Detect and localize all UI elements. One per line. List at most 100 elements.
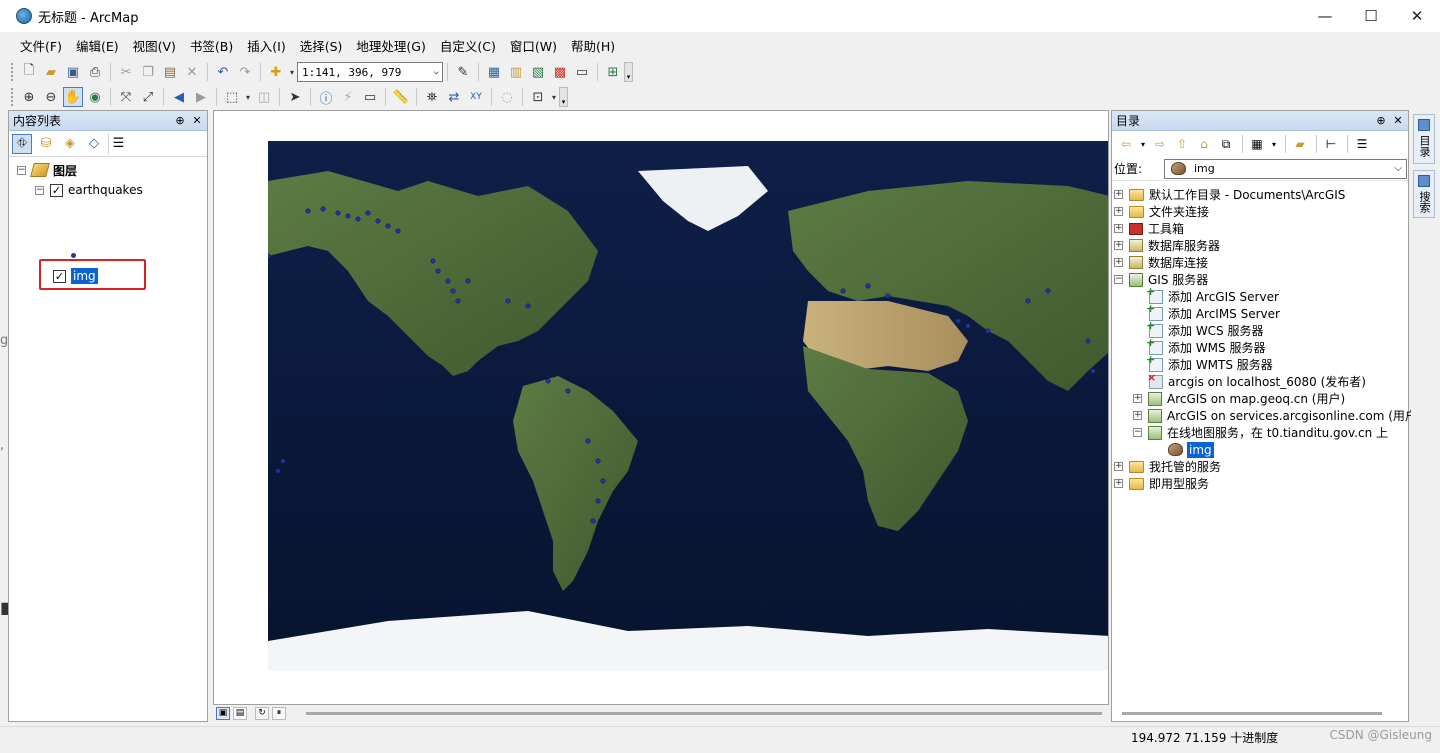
menu-selection[interactable]: 选择(S) [293,34,350,57]
catalog-item-database-connections[interactable]: + 数据库连接 [1114,254,1208,271]
earthquake-point[interactable] [595,458,601,464]
select-elements-pointer-icon[interactable]: ➤ [285,87,305,107]
catalog-item-arcgisonline-server[interactable]: + ArcGIS on services.arcgisonline.com (用… [1133,407,1417,424]
search-window-icon[interactable]: ▧ [528,62,548,82]
back-arrow-icon[interactable]: ⇦ [1116,134,1136,154]
list-by-visibility-icon[interactable]: ◈ [60,134,80,154]
catalog-item-tianditu-wmts[interactable]: − 在线地图服务，在 t0.tianditu.gov.cn 上 [1133,424,1388,441]
earthquake-point[interactable] [355,216,361,222]
html-popup-icon[interactable]: ▭ [360,87,380,107]
save-icon[interactable]: ▣ [63,62,83,82]
earthquake-point[interactable] [445,278,451,284]
menu-geoprocessing[interactable]: 地理处理(G) [349,34,432,57]
zoom-in-icon[interactable]: ⊕ [19,87,39,107]
layer-row-earthquakes[interactable]: − ✓ earthquakes [35,181,143,199]
catalog-item-default-workspace[interactable]: + 默认工作目录 - Documents\ArcGIS [1114,186,1345,203]
measure-icon[interactable]: 📏 [391,87,411,107]
earthquake-point[interactable] [590,518,596,524]
catalog-item-localhost-publisher[interactable]: arcgis on localhost_6080 (发布者) [1147,371,1366,390]
back-dropdown-icon[interactable]: ▾ [1138,134,1148,154]
catalog-item-add-wmts-server[interactable]: 添加 WMTS 服务器 [1146,353,1273,373]
toolbar-grip[interactable] [10,87,14,107]
view-options-icon[interactable]: ▦ [1247,134,1267,154]
chevron-down-icon[interactable]: ⌵ [434,67,439,77]
home-icon[interactable]: ⌂ [1194,134,1214,154]
time-slider-icon[interactable]: ◌ [497,87,517,107]
toolbar-overflow-button[interactable]: ▾ [624,62,633,82]
earthquake-point[interactable] [305,208,311,214]
toolbar-overflow-button[interactable]: ▾ [559,87,568,107]
close-button[interactable]: ✕ [1394,0,1440,32]
open-folder-icon[interactable]: ▰ [41,62,61,82]
catalog-item-toolboxes[interactable]: + 工具箱 [1114,220,1184,237]
options-icon[interactable]: ☰ [108,133,128,154]
earthquake-point[interactable] [565,388,571,394]
clear-selection-icon[interactable]: ◫ [254,87,274,107]
connect-folder-icon[interactable]: ⧉ [1216,134,1236,154]
viewer-dropdown-icon[interactable]: ▾ [550,87,558,107]
earthquake-point[interactable] [1090,368,1096,374]
earthquake-point[interactable] [365,210,371,216]
collapse-icon[interactable]: − [35,185,44,195]
catalog-item-gis-servers[interactable]: − GIS 服务器 [1114,271,1208,288]
earthquake-point[interactable] [885,293,891,299]
toggle-tree-icon[interactable]: ⊢ [1321,134,1341,154]
earthquake-point[interactable] [1085,338,1091,344]
add-data-dropdown-icon[interactable]: ▾ [288,62,296,82]
earthquake-point[interactable] [275,468,281,474]
catalog-item-img-layer[interactable]: img [1168,441,1214,458]
pin-icon[interactable]: ⊕ [173,114,187,127]
print-icon[interactable]: ⎙ [85,62,105,82]
earthquake-point[interactable] [455,298,461,304]
catalog-item-my-hosted-services[interactable]: + 我托管的服务 [1114,458,1221,475]
editor-toolbar-icon[interactable]: ✎ [453,62,473,82]
delete-icon[interactable]: ✕ [182,62,202,82]
modelbuilder-icon[interactable]: ⊞ [603,62,623,82]
expand-icon[interactable]: + [1133,411,1142,420]
expand-icon[interactable]: + [1114,258,1123,267]
layer-visibility-checkbox[interactable]: ✓ [50,183,63,197]
catalog-item-add-wms-server[interactable]: 添加 WMS 服务器 [1146,336,1265,356]
world-imagery-map[interactable] [268,141,1109,671]
menu-insert[interactable]: 插入(I) [240,34,292,57]
go-to-xy-icon[interactable]: XY [466,87,486,107]
menu-edit[interactable]: 编辑(E) [69,34,126,57]
add-data-icon[interactable]: ✚ [266,62,286,82]
earthquake-point[interactable] [985,328,991,334]
refresh-icon[interactable]: ↻ [255,706,269,720]
catalog-dock-tab[interactable]: 目录 [1413,114,1435,164]
layout-view-button[interactable]: ▤ [233,706,247,720]
earthquake-point[interactable] [585,438,591,444]
earthquake-point[interactable] [375,218,381,224]
map-scale-combobox[interactable]: 1:141, 396, 979 ⌵ [297,62,443,82]
expand-icon[interactable]: + [1133,394,1142,403]
location-combobox[interactable]: img ⌵ [1164,158,1407,179]
earthquake-point[interactable] [450,288,456,294]
identify-icon[interactable]: ⓘ [316,87,336,107]
up-one-level-icon[interactable]: ⇧ [1172,134,1192,154]
earthquake-point[interactable] [465,278,471,284]
options-icon[interactable]: ☰ [1352,134,1372,154]
find-binoculars-icon[interactable]: ⛯ [422,87,442,107]
catalog-item-database-servers[interactable]: + 数据库服务器 [1114,237,1220,254]
catalog-window-icon[interactable]: ▥ [506,62,526,82]
pause-drawing-icon[interactable]: ⏸ [272,706,286,720]
expand-icon[interactable]: + [1114,241,1123,250]
list-by-selection-icon[interactable]: ◇ [84,134,104,154]
new-folder-icon[interactable]: ▰ [1290,134,1310,154]
earthquake-point[interactable] [280,458,286,464]
fixed-zoom-in-icon[interactable]: ⤧ [116,87,136,107]
catalog-item-folder-connections[interactable]: + 文件夹连接 [1114,203,1209,220]
pin-icon[interactable]: ⊕ [1374,114,1388,127]
earthquake-point[interactable] [435,268,441,274]
earthquake-point[interactable] [345,213,351,219]
close-icon[interactable]: ✕ [1391,114,1405,127]
menu-view[interactable]: 视图(V) [126,34,183,57]
catalog-item-add-arcims-server[interactable]: 添加 ArcIMS Server [1146,302,1280,322]
forward-arrow-icon[interactable]: ▶ [191,87,211,107]
new-document-icon[interactable]: 🗋 [19,62,39,82]
pan-hand-icon[interactable]: ✋ [63,87,83,107]
back-arrow-icon[interactable]: ◀ [169,87,189,107]
expand-icon[interactable]: + [1114,224,1123,233]
search-dock-tab[interactable]: 搜索 [1413,170,1435,218]
